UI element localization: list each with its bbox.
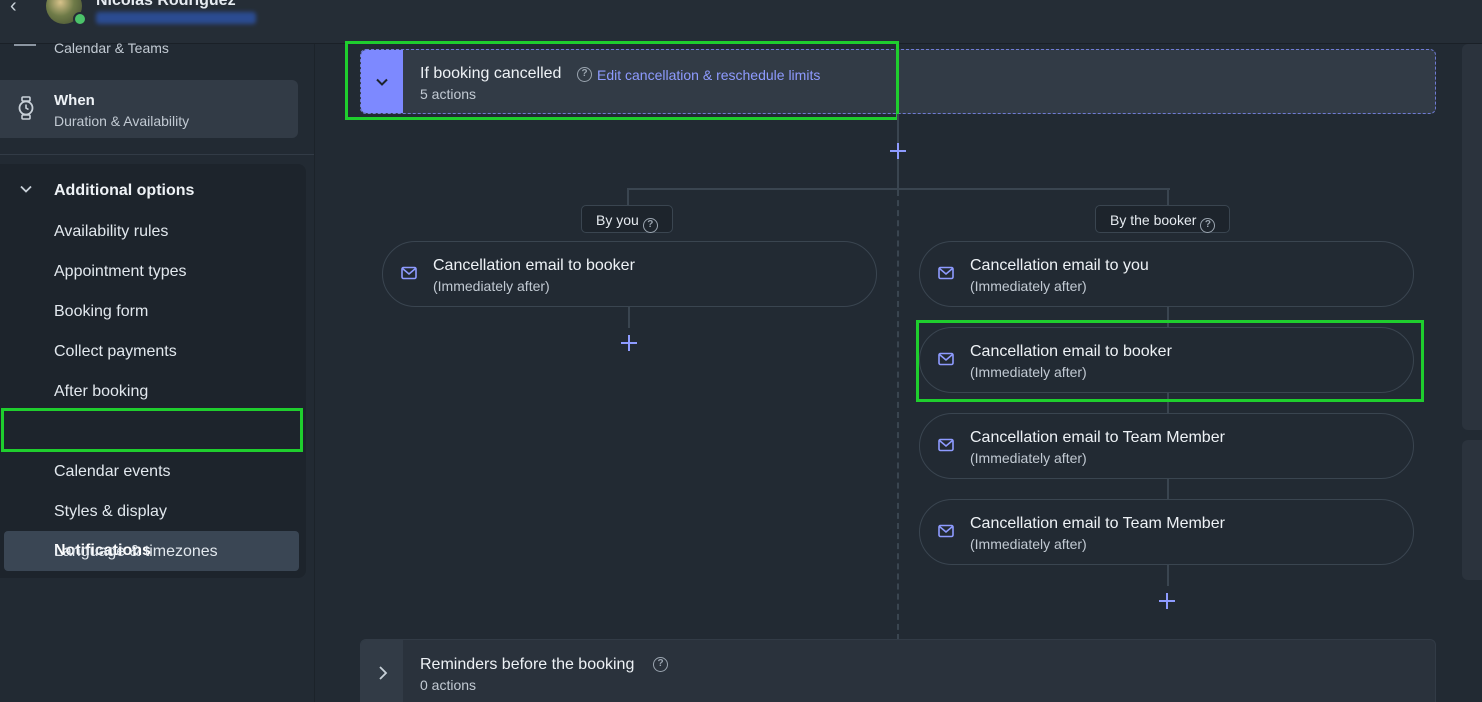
branch-label-by-booker: By the booker? <box>1095 205 1231 233</box>
action-title: Cancellation email to booker <box>433 257 635 274</box>
action-timing: (Immediately after) <box>970 450 1087 466</box>
online-status-dot <box>73 12 87 26</box>
trigger-card-booking-cancelled: If booking cancelled ? Edit cancellation… <box>360 49 1436 114</box>
calendar-teams-subtitle: Calendar & Teams <box>54 40 169 56</box>
edit-cancellation-limits-link[interactable]: Edit cancellation & reschedule limits <box>597 67 820 83</box>
help-icon[interactable]: ? <box>1200 218 1216 233</box>
mail-icon <box>938 438 954 452</box>
side-panel-edge <box>1462 44 1482 430</box>
divider <box>0 154 314 155</box>
action-cancellation-email-you[interactable]: Cancellation email to you (Immediately a… <box>919 241 1414 307</box>
sidebar-item-collect-payments[interactable]: Collect payments <box>54 343 177 361</box>
watch-icon <box>18 96 34 120</box>
when-subtitle: Duration & Availability <box>54 113 190 129</box>
action-timing: (Immediately after) <box>433 278 550 294</box>
mail-icon <box>401 266 417 280</box>
back-arrow-icon[interactable]: ‹ <box>10 0 30 16</box>
user-name: Nicolas Rodriguez <box>96 0 236 9</box>
action-title: Cancellation email to you <box>970 257 1149 274</box>
action-timing: (Immediately after) <box>970 536 1087 552</box>
sidebar-item-appointment-types[interactable]: Appointment types <box>54 263 187 281</box>
branch-label-text: By you <box>596 212 639 228</box>
when-title: When <box>54 92 95 109</box>
sidebar-item-when[interactable]: When Duration & Availability <box>0 80 298 138</box>
connector-dashed-line <box>897 190 899 640</box>
branch-label-by-you: By you? <box>581 205 673 233</box>
mail-icon <box>938 524 954 538</box>
chevron-right-icon <box>379 666 388 680</box>
action-title: Cancellation email to Team Member <box>970 515 1225 532</box>
action-title: Cancellation email to Team Member <box>970 429 1225 446</box>
side-panel-edge <box>1462 440 1482 580</box>
sidebar-item-calendar-events[interactable]: Calendar events <box>54 463 171 481</box>
add-action-plus-icon[interactable] <box>619 333 639 353</box>
additional-options-panel: Additional options Availability rules Ap… <box>0 164 306 578</box>
calendar-teams-icon <box>14 44 36 46</box>
sidebar-item-language-timezones[interactable]: Language & timezones <box>54 543 218 561</box>
sidebar-item-after-booking[interactable]: After booking <box>54 383 148 401</box>
expand-toggle-button[interactable] <box>361 640 403 702</box>
chevron-down-icon[interactable] <box>19 182 33 196</box>
branch-label-text: By the booker <box>1110 212 1197 228</box>
mail-icon <box>938 352 954 366</box>
action-cancellation-email-team-member[interactable]: Cancellation email to Team Member (Immed… <box>919 499 1414 565</box>
help-icon[interactable]: ? <box>642 218 658 233</box>
help-icon[interactable]: ? <box>577 67 592 82</box>
action-cancellation-email-booker[interactable]: Cancellation email to booker (Immediatel… <box>382 241 877 307</box>
trigger-title: Reminders before the booking <box>420 656 635 673</box>
connector-line <box>628 306 630 328</box>
sidebar: Calendar & Teams When Duration & Availab… <box>0 40 315 702</box>
action-timing: (Immediately after) <box>970 278 1087 294</box>
mail-icon <box>938 266 954 280</box>
add-step-plus-icon[interactable] <box>888 141 908 161</box>
trigger-card-reminders[interactable]: Reminders before the booking ? 0 actions <box>360 639 1436 702</box>
action-cancellation-email-team-member[interactable]: Cancellation email to Team Member (Immed… <box>919 413 1414 479</box>
action-timing: (Immediately after) <box>970 364 1087 380</box>
trigger-action-count: 5 actions <box>420 86 477 102</box>
trigger-title: If booking cancelled <box>420 65 562 82</box>
trigger-action-count: 0 actions <box>420 677 477 693</box>
action-title: Cancellation email to booker <box>970 343 1172 360</box>
chevron-down-icon <box>376 78 388 86</box>
sidebar-item-booking-form[interactable]: Booking form <box>54 303 148 321</box>
add-action-plus-icon[interactable] <box>1157 591 1177 611</box>
top-bar: ‹ Nicolas Rodriguez <box>0 0 1482 44</box>
additional-options-title[interactable]: Additional options <box>54 182 194 200</box>
collapse-toggle-button[interactable] <box>361 50 403 113</box>
sidebar-item-styles-display[interactable]: Styles & display <box>54 503 167 521</box>
user-email-blurred <box>96 12 256 24</box>
action-cancellation-email-booker[interactable]: Cancellation email to booker (Immediatel… <box>919 327 1414 393</box>
help-icon[interactable]: ? <box>653 657 668 672</box>
sidebar-item-availability-rules[interactable]: Availability rules <box>54 223 168 241</box>
